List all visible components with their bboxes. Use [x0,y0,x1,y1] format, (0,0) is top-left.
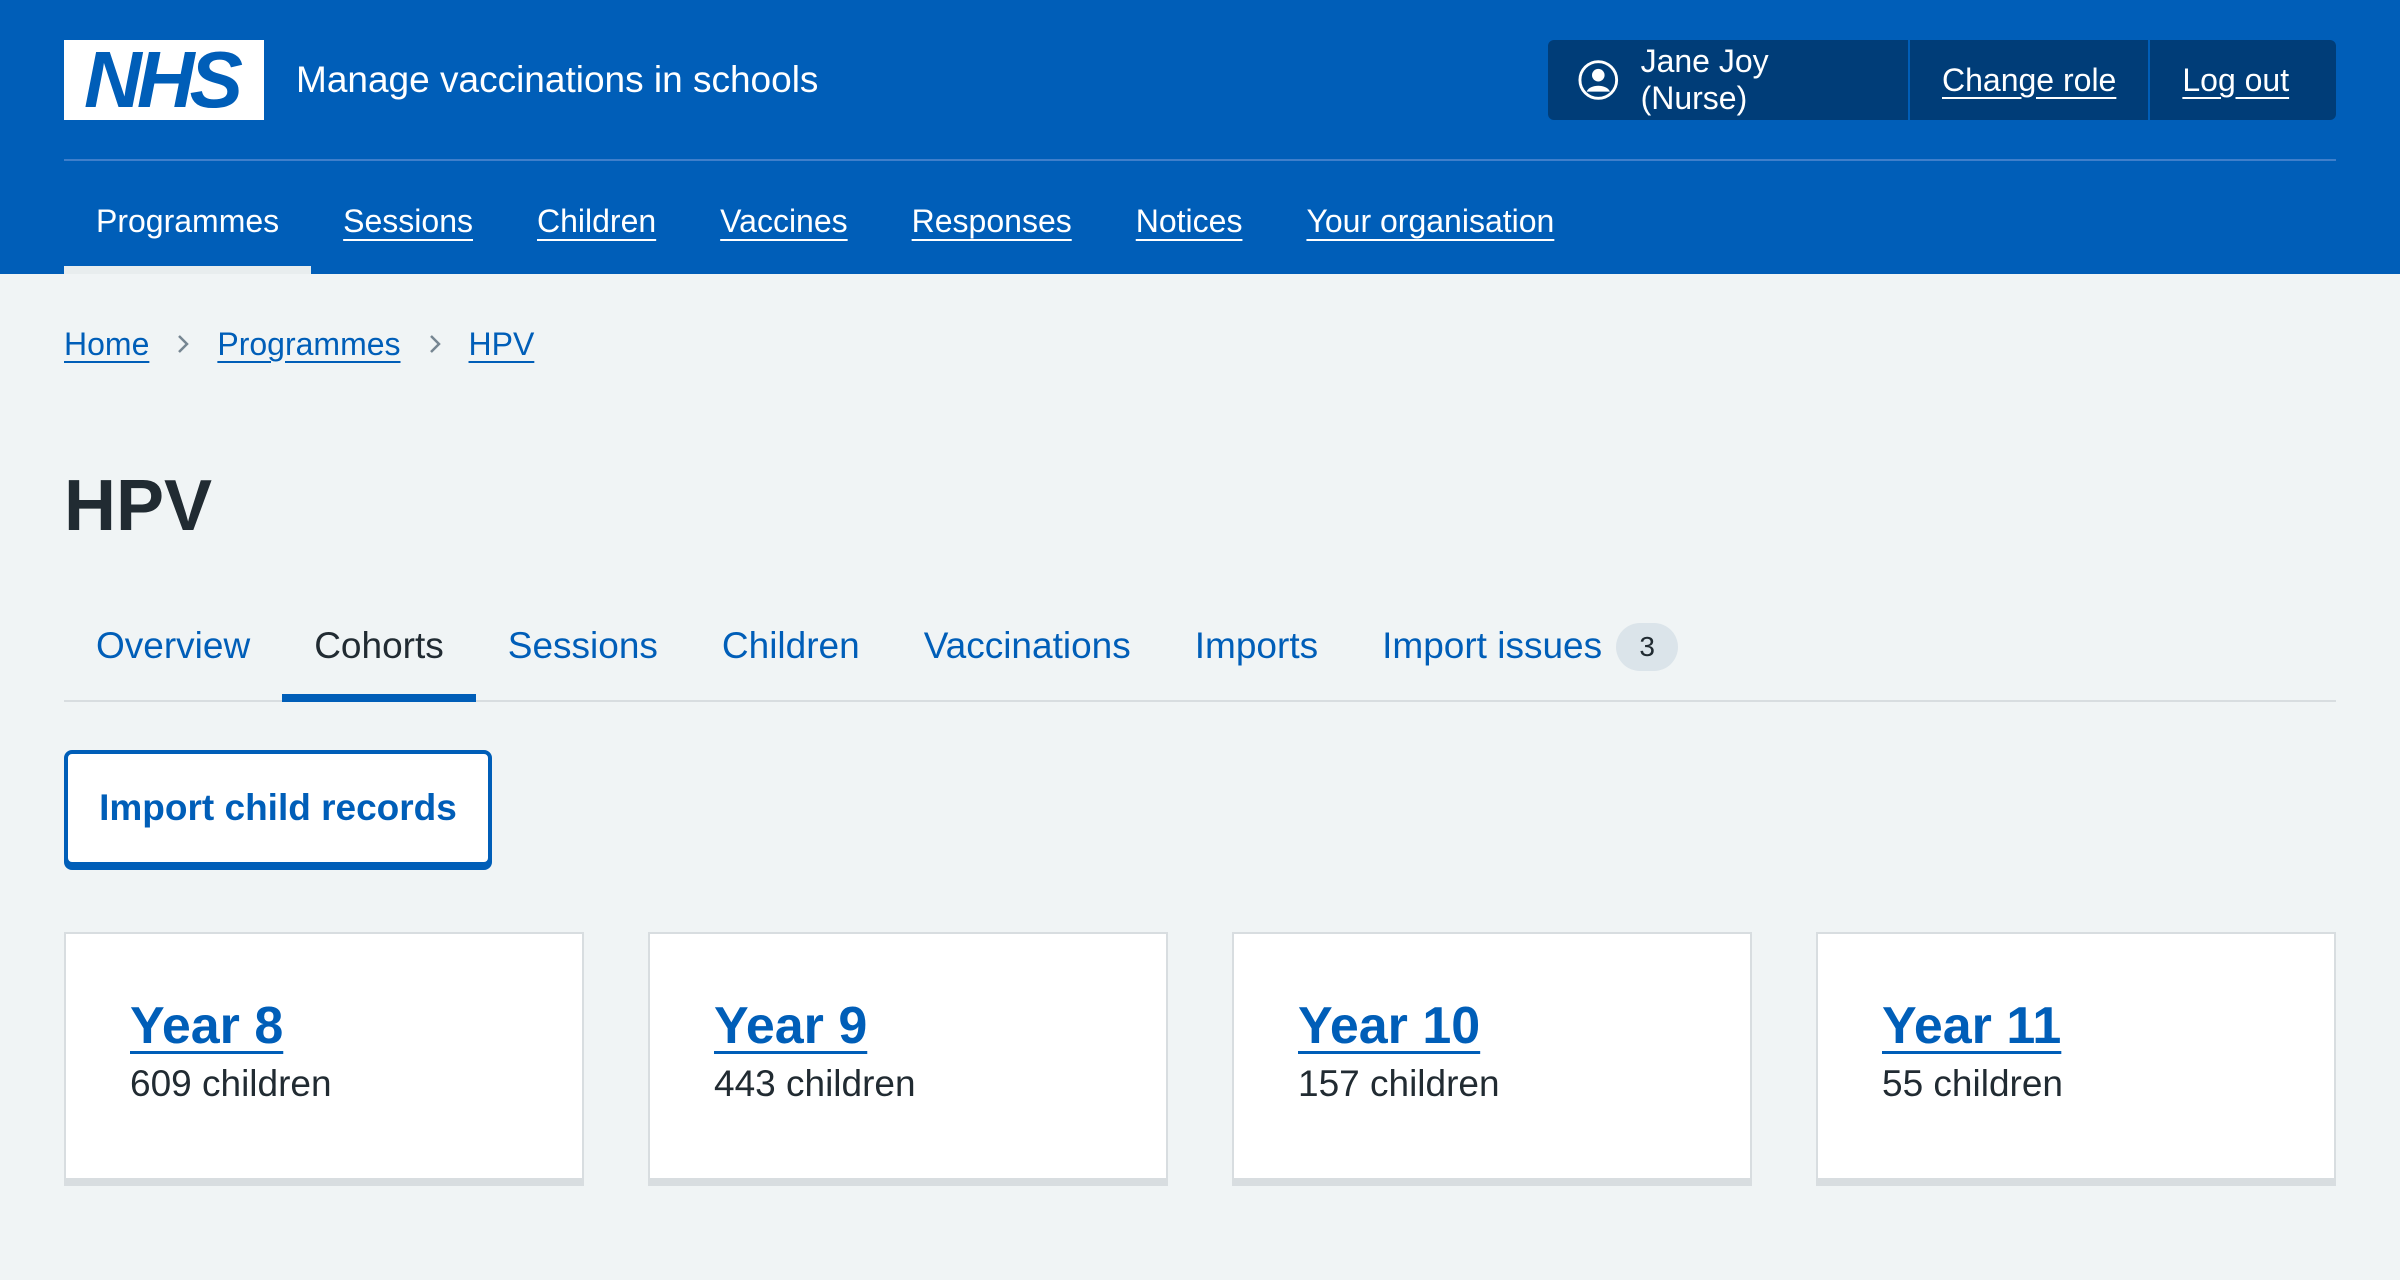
nhs-logo[interactable]: NHS [64,40,264,120]
breadcrumb-programmes[interactable]: Programmes [217,322,400,366]
service-name[interactable]: Manage vaccinations in schools [296,54,818,106]
cohort-card: Year 8 609 children [64,932,584,1186]
account-user: Jane Joy (Nurse) [1548,40,1908,120]
nav-item-responses[interactable]: Responses [880,180,1104,274]
account-bar: Jane Joy (Nurse) Change role Log out [1548,40,2336,120]
cohort-card: Year 10 157 children [1232,932,1752,1186]
nav-item-children[interactable]: Children [505,180,688,274]
cohort-link-year-8[interactable]: Year 8 [130,998,283,1054]
breadcrumb: Home Programmes HPV [64,322,534,366]
tab-import-issues[interactable]: Import issues 3 [1350,606,1710,700]
nav-item-your-organisation[interactable]: Your organisation [1274,180,1586,274]
nhs-logo-text: NHS [84,35,243,124]
tab-label: Imports [1194,625,1319,666]
header-divider [64,159,2336,161]
nav-item-programmes[interactable]: Programmes [64,180,312,274]
cohort-count: 157 children [1298,1063,1500,1104]
tab-label: Vaccinations [923,625,1131,666]
site-header: NHS Manage vaccinations in schools Jane … [0,0,2400,274]
cohort-count: 55 children [1882,1063,2064,1104]
account-user-name: Jane Joy (Nurse) [1640,43,1769,116]
user-circle-icon [1578,60,1619,100]
nav-item-vaccines[interactable]: Vaccines [688,180,879,274]
tab-cohorts[interactable]: Cohorts [282,606,476,702]
cohort-link-year-11[interactable]: Year 11 [1882,998,2061,1054]
log-out-link[interactable]: Log out [2148,40,2321,120]
tab-label: Overview [96,625,251,666]
nav-item-sessions[interactable]: Sessions [311,180,505,274]
cohort-count: 443 children [714,1063,916,1104]
change-role-link[interactable]: Change role [1908,40,2148,120]
tab-label: Cohorts [314,625,444,666]
import-child-records-button[interactable]: Import child records [64,750,492,866]
breadcrumb-hpv[interactable]: HPV [469,322,535,366]
cohort-link-year-9[interactable]: Year 9 [714,998,867,1054]
tab-sessions[interactable]: Sessions [476,606,690,700]
primary-nav: Programmes Sessions Children Vaccines Re… [64,180,1586,274]
tab-children[interactable]: Children [690,606,892,700]
page-title: HPV [64,466,213,546]
tab-vaccinations[interactable]: Vaccinations [892,606,1163,700]
programme-tabs: Overview Cohorts Sessions Children Vacci… [64,606,2336,702]
import-issues-count-badge: 3 [1616,623,1679,671]
tab-overview[interactable]: Overview [64,606,282,700]
tab-label: Import issues [1382,625,1603,666]
nav-item-notices[interactable]: Notices [1104,180,1275,274]
tab-label: Sessions [507,625,658,666]
cohort-count: 609 children [130,1063,332,1104]
cohort-card: Year 11 55 children [1816,932,2336,1186]
tab-imports[interactable]: Imports [1163,606,1350,700]
cohort-link-year-10[interactable]: Year 10 [1298,998,1480,1054]
cohort-card: Year 9 443 children [648,932,1168,1186]
breadcrumb-home[interactable]: Home [64,322,149,366]
cohort-cards: Year 8 609 children Year 9 443 children … [64,932,2336,1186]
chevron-right-icon [401,333,469,355]
tab-label: Children [721,625,860,666]
chevron-right-icon [149,333,217,355]
